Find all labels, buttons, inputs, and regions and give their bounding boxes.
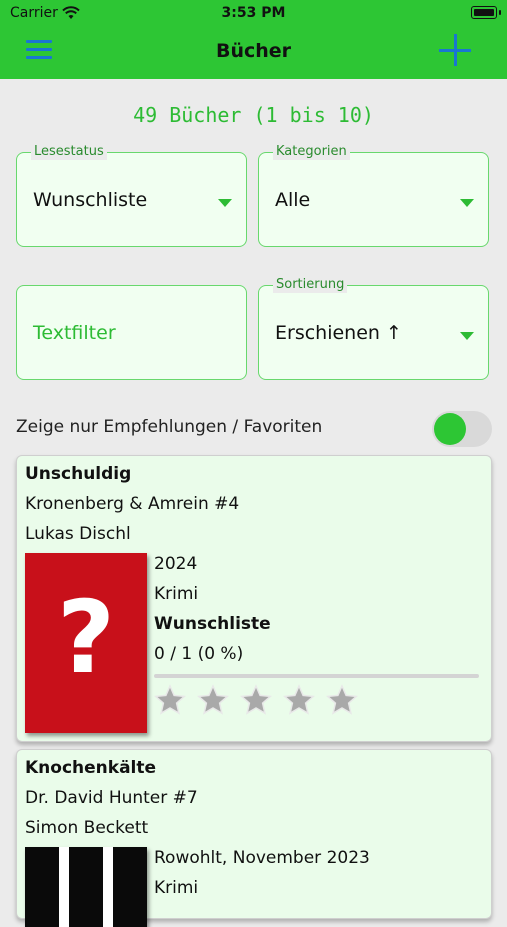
book-cover-placeholder: ? [25, 553, 147, 733]
book-count-summary: 49 Bücher (1 bis 10) [133, 103, 374, 127]
sortierung-select[interactable]: Sortierung Erschienen ↑ [258, 277, 489, 380]
book-progress-text: 0 / 1 (0 %) [154, 644, 244, 664]
add-book-button[interactable] [439, 34, 471, 66]
book-title: Knochenkälte [25, 758, 157, 778]
lesestatus-value: Wunschliste [33, 189, 148, 211]
book-cover-image [25, 847, 147, 927]
toggle-knob [434, 413, 466, 445]
reading-progress-bar [154, 674, 479, 678]
star-icon[interactable] [240, 684, 273, 716]
lesestatus-label: Lesestatus [31, 144, 107, 160]
favorites-toggle-label: Zeige nur Empfehlungen / Favoriten [16, 417, 323, 437]
book-published: 2024 [154, 554, 198, 574]
dropdown-arrow-icon [460, 332, 474, 340]
page-title: Bücher [215, 40, 292, 62]
dropdown-arrow-icon [218, 199, 232, 207]
book-author: Lukas Dischl [25, 524, 131, 544]
book-status: Wunschliste [154, 614, 271, 634]
book-published: Rowohlt, November 2023 [154, 848, 370, 868]
book-author: Simon Beckett [25, 818, 149, 838]
book-series: Dr. David Hunter #7 [25, 788, 198, 808]
star-icon[interactable] [154, 684, 186, 716]
sortierung-label: Sortierung [273, 277, 348, 293]
kategorien-value: Alle [275, 189, 311, 211]
favorites-toggle-row: Zeige nur Empfehlungen / Favoriten [16, 411, 492, 447]
textfilter-input[interactable]: Textfilter [16, 285, 247, 380]
question-mark-icon: ? [56, 579, 115, 696]
sortierung-value: Erschienen ↑ [275, 322, 402, 344]
dropdown-arrow-icon [460, 199, 474, 207]
rating-stars[interactable] [154, 684, 364, 720]
kategorien-label: Kategorien [273, 144, 350, 160]
kategorien-select[interactable]: Kategorien Alle [258, 144, 489, 247]
lesestatus-select[interactable]: Lesestatus Wunschliste [16, 144, 247, 247]
book-title: Unschuldig [25, 464, 132, 484]
book-category: Krimi [154, 584, 199, 604]
star-icon[interactable] [283, 684, 316, 716]
star-icon[interactable] [326, 684, 359, 716]
book-card[interactable]: Unschuldig Kronenberg & Amrein #4 Lukas … [16, 455, 492, 742]
book-category: Krimi [154, 878, 199, 898]
textfilter-placeholder: Textfilter [33, 322, 116, 344]
star-icon[interactable] [197, 684, 230, 716]
book-card[interactable]: Knochenkälte Dr. David Hunter #7 Simon B… [16, 749, 492, 927]
book-series: Kronenberg & Amrein #4 [25, 494, 240, 514]
favorites-toggle[interactable] [432, 411, 492, 447]
status-time: 3:53 PM [221, 5, 286, 21]
battery-icon [471, 6, 497, 19]
battery-tip [499, 10, 501, 15]
navigation-bar: Carrier 3:53 PM Bücher [0, 0, 507, 79]
